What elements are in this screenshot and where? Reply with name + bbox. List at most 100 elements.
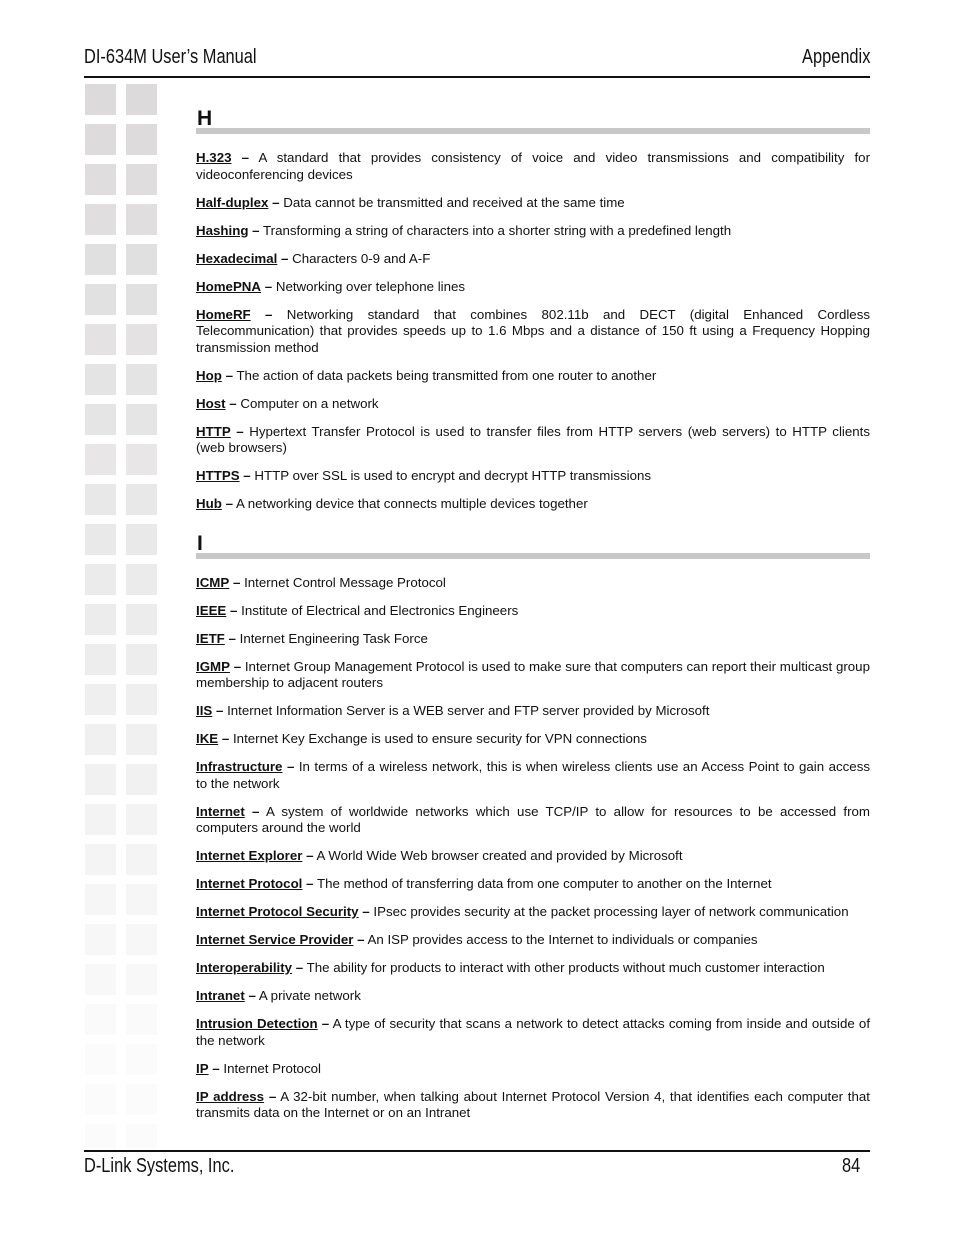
decorative-square	[85, 844, 116, 875]
term-separator: –	[241, 150, 250, 165]
decorative-square	[126, 964, 157, 995]
header-rule	[84, 76, 870, 78]
glossary-definition: Internet Engineering Task Force	[239, 630, 428, 646]
manual-title: DI-634M User’s Manual	[84, 46, 257, 68]
decorative-square	[85, 644, 116, 675]
decorative-square	[126, 1004, 157, 1035]
glossary-term: Internet Explorer	[196, 848, 303, 863]
glossary-definition: The ability for products to interact wit…	[306, 960, 825, 975]
glossary-definition: Internet Control Message Protocol	[244, 574, 446, 590]
term-separator: –	[362, 904, 370, 919]
glossary-term: Internet	[196, 803, 245, 819]
glossary-definition: Internet Protocol	[223, 1060, 321, 1076]
decorative-square	[126, 804, 157, 835]
glossary-definition: A World Wide Web browser created and pro…	[316, 848, 683, 863]
glossary-definition: A system of worldwide networks which use…	[196, 803, 870, 836]
term-separator: –	[230, 602, 238, 618]
glossary-entry: Infrastructure – In terms of a wireless …	[196, 759, 870, 792]
decorative-square	[85, 124, 116, 155]
glossary-entry: IIS – Internet Information Server is a W…	[196, 703, 870, 720]
glossary-definition: Networking standard that combines 802.11…	[196, 306, 871, 355]
glossary-entry: IP address – A 32-bit number, when talki…	[196, 1089, 870, 1122]
glossary-entry: IP – Internet Protocol	[196, 1061, 870, 1078]
decorative-square	[85, 444, 116, 475]
glossary-definition: Characters 0-9 and A-F	[292, 250, 431, 266]
term-separator: –	[281, 250, 289, 266]
term-separator: –	[252, 222, 260, 238]
term-separator: –	[233, 658, 242, 674]
decorative-square	[85, 404, 116, 435]
decorative-square	[85, 684, 116, 715]
section-heading-bar	[196, 552, 870, 559]
decorative-square	[126, 444, 157, 475]
decorative-square	[126, 484, 157, 515]
glossary-entry: Internet – A system of worldwide network…	[196, 804, 870, 837]
glossary-term: HTTPS	[196, 468, 240, 483]
glossary-definition: The action of data packets being transmi…	[236, 367, 657, 383]
decorative-square	[85, 204, 116, 235]
glossary-entry: Hop – The action of data packets being t…	[196, 368, 870, 385]
glossary-entry: Intranet – A private network	[196, 988, 870, 1005]
glossary-definition: HTTP over SSL is used to encrypt and dec…	[254, 468, 652, 483]
glossary-entry: IETF – Internet Engineering Task Force	[196, 631, 870, 648]
section-letter: H	[197, 107, 213, 130]
decorative-square	[126, 404, 157, 435]
glossary-term: Hexadecimal	[196, 250, 278, 266]
decorative-square	[126, 524, 157, 555]
glossary-term: IKE	[196, 731, 219, 746]
glossary-section-h: H H.323 – A standard that provides consi…	[196, 108, 870, 513]
glossary-term: IP	[196, 1060, 209, 1076]
glossary-term: Hub	[196, 496, 222, 511]
glossary-definition: Computer on a network	[240, 395, 379, 411]
term-separator: –	[229, 395, 237, 411]
glossary-entry: Interoperability – The ability for produ…	[196, 960, 870, 977]
glossary-term: IEEE	[196, 602, 227, 618]
decorative-square	[126, 604, 157, 635]
glossary-definition: Networking over telephone lines	[275, 278, 466, 294]
decorative-square	[85, 84, 116, 115]
term-separator: –	[295, 960, 304, 975]
decorative-square	[85, 964, 116, 995]
glossary-entry: H.323 – A standard that provides consist…	[196, 150, 870, 183]
glossary-entry: Internet Protocol – The method of transf…	[196, 876, 870, 893]
glossary-term: Half-duplex	[196, 194, 269, 210]
decorative-square	[126, 684, 157, 715]
decorative-square	[126, 164, 157, 195]
decorative-square	[126, 204, 157, 235]
decorative-square	[126, 244, 157, 275]
decorative-square	[85, 884, 116, 915]
decorative-square	[126, 1124, 157, 1148]
glossary-term: Interoperability	[196, 960, 293, 975]
section-heading: H	[196, 108, 870, 136]
glossary-definition: In terms of a wireless network, this is …	[196, 759, 870, 791]
decorative-square	[85, 244, 116, 275]
term-separator: –	[265, 306, 273, 322]
glossary-definition: Institute of Electrical and Electronics …	[241, 602, 519, 618]
glossary-term: Hop	[196, 367, 222, 383]
glossary-term: Internet Protocol	[196, 876, 303, 891]
term-separator: –	[215, 703, 224, 718]
glossary-definition: Hypertext Transfer Protocol is used to t…	[196, 423, 871, 456]
decorative-square	[85, 1084, 116, 1115]
term-separator: –	[243, 468, 251, 483]
glossary-term: IGMP	[196, 658, 230, 674]
glossary-entry: HomePNA – Networking over telephone line…	[196, 279, 870, 296]
page-number: 84	[841, 1155, 860, 1177]
footer-rule	[84, 1150, 870, 1152]
term-separator: –	[225, 367, 233, 383]
decorative-square	[85, 1124, 116, 1148]
term-separator: –	[264, 278, 273, 294]
decorative-square	[126, 1084, 157, 1115]
decorative-square	[85, 564, 116, 595]
term-separator: –	[306, 876, 314, 891]
term-separator: –	[248, 988, 256, 1003]
decorative-square	[85, 764, 116, 795]
term-separator: –	[272, 194, 280, 210]
glossary-definition: A 32-bit number, when talking about Inte…	[196, 1088, 870, 1121]
decorative-square	[126, 124, 157, 155]
glossary-definition: Internet Information Server is a WEB ser…	[227, 703, 710, 718]
decorative-square	[126, 1044, 157, 1075]
glossary-entry: Half-duplex – Data cannot be transmitted…	[196, 195, 870, 212]
glossary-entry: Internet Protocol Security – IPsec provi…	[196, 904, 870, 921]
decorative-square	[126, 764, 157, 795]
